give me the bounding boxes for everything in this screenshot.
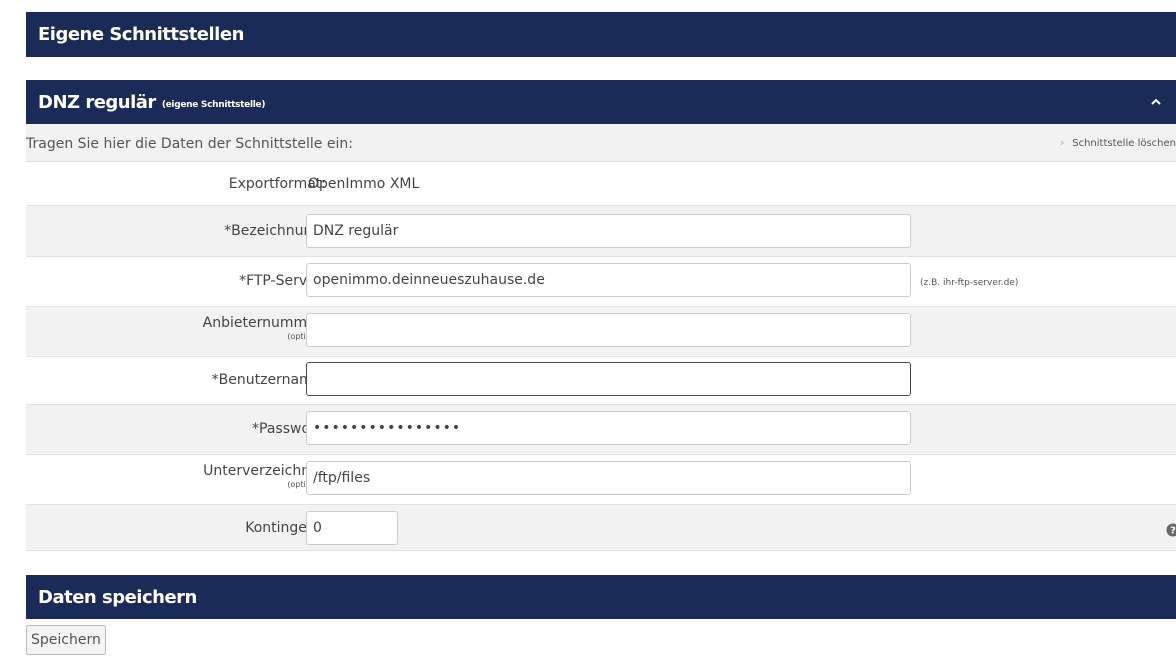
anbieternummer-row: Anbieternummer: (optional) <box>26 307 1176 357</box>
question-circle-icon[interactable]: ? <box>1166 522 1176 537</box>
ftp-server-row: *FTP-Server: (z.B. ihr-ftp-server.de) <box>26 257 1176 307</box>
ftp-server-input[interactable] <box>306 263 911 297</box>
bezeichnung-input[interactable] <box>306 214 911 248</box>
chevron-up-icon[interactable] <box>1146 92 1166 112</box>
section-subtitle: (eigene Schnittstelle) <box>161 100 266 110</box>
delete-interface-label: Schnittstelle löschen <box>1072 138 1176 149</box>
save-button[interactable]: Speichern <box>26 625 106 655</box>
save-section-header: Daten speichern <box>26 575 1176 619</box>
save-section-title: Daten speichern <box>38 586 197 608</box>
benutzername-input[interactable] <box>306 362 911 396</box>
ftp-server-hint: (z.B. ihr-ftp-server.de) <box>920 278 1019 288</box>
exportformat-row: Exportformat: OpenImmo XML <box>26 162 1176 206</box>
delete-interface-link[interactable]: › Schnittstelle löschen <box>1060 136 1176 149</box>
kontingent-input[interactable] <box>306 511 398 545</box>
passwort-input[interactable] <box>306 411 911 445</box>
passwort-row: *Passwort: <box>26 405 1176 455</box>
exportformat-value: OpenImmo XML <box>308 176 420 192</box>
section-header[interactable]: DNZ regulär (eigene Schnittstelle) <box>26 80 1176 124</box>
section-title: DNZ regulär <box>38 91 156 113</box>
anbieternummer-input[interactable] <box>306 313 911 347</box>
kontingent-row: Kontingent: ? <box>26 505 1176 551</box>
intro-row: Tragen Sie hier die Daten der Schnittste… <box>26 124 1176 162</box>
chevron-right-icon: › <box>1059 136 1065 149</box>
benutzername-row: *Benutzername: <box>26 357 1176 405</box>
page-header: Eigene Schnittstellen <box>26 12 1176 57</box>
unterverzeichnis-row: Unterverzeichnis: (optional) <box>26 455 1176 505</box>
page-title: Eigene Schnittstellen <box>38 24 244 45</box>
bezeichnung-row: *Bezeichnung: <box>26 206 1176 257</box>
unterverzeichnis-input[interactable] <box>306 461 911 495</box>
svg-text:?: ? <box>1170 526 1176 537</box>
intro-text: Tragen Sie hier die Daten der Schnittste… <box>26 136 353 152</box>
